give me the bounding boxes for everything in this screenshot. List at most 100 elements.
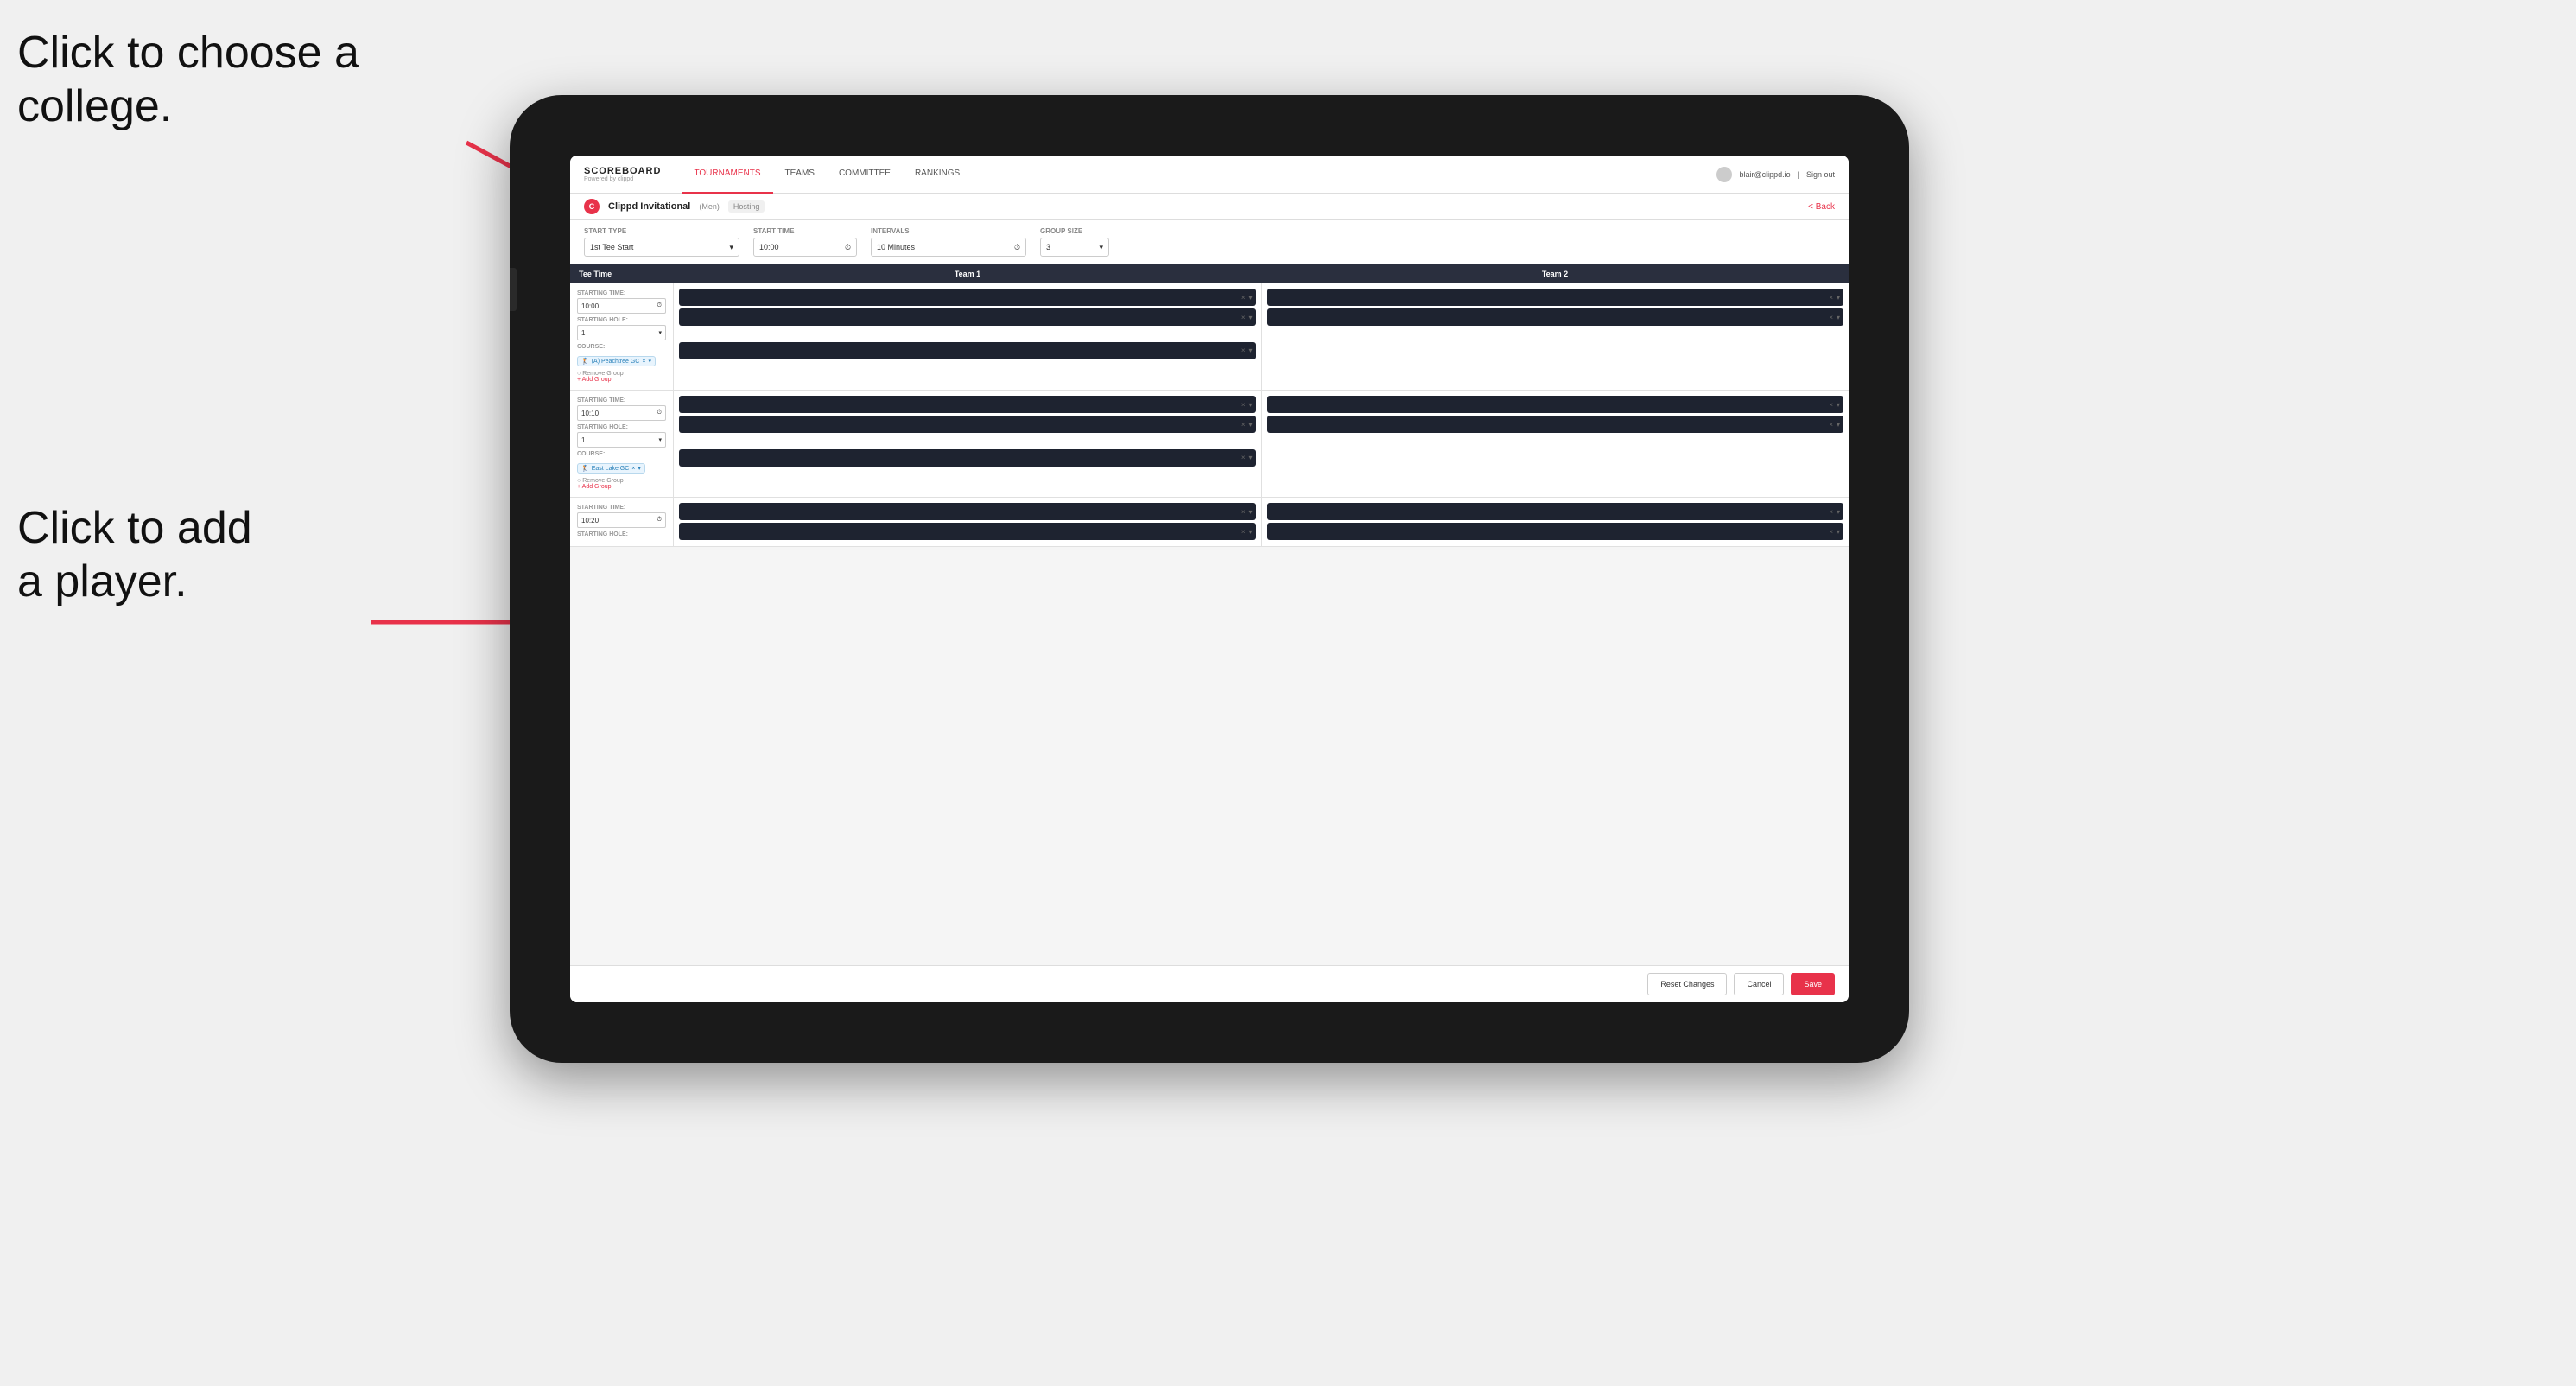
slot-x-5-2[interactable]: × <box>1241 528 1246 536</box>
cancel-button[interactable]: Cancel <box>1734 973 1784 995</box>
course-chevron-1[interactable]: ▾ <box>648 358 651 365</box>
remove-group-2[interactable]: ○ Remove Group <box>577 478 666 484</box>
slot-x-2-2[interactable]: × <box>1829 314 1833 321</box>
player-slot-1-1[interactable]: × ▾ <box>679 289 1256 306</box>
group-size-group: Group Size 3 ▾ <box>1040 227 1109 257</box>
sub-back-button[interactable]: < Back <box>1808 202 1835 212</box>
th-tee-time: Tee Time <box>570 264 674 283</box>
nav-item-rankings[interactable]: RANKINGS <box>903 156 972 194</box>
starting-hole-input-2[interactable]: 1 ▾ <box>577 432 666 448</box>
start-time-value: 10:00 <box>759 243 779 251</box>
player-slot-6-2[interactable]: × ▾ <box>1267 523 1844 540</box>
course-slot-arrow-2: ▾ <box>1248 454 1252 461</box>
slot-arrow-4-1: ▾ <box>1837 401 1840 409</box>
th-team2: Team 2 <box>1261 264 1849 283</box>
start-type-select[interactable]: 1st Tee Start ▾ <box>584 238 739 257</box>
group-right-1: × ▾ × ▾ × ▾ <box>674 283 1849 390</box>
slot-x-3-1[interactable]: × <box>1241 401 1246 409</box>
course-slot-2[interactable]: × ▾ <box>679 449 1256 467</box>
course-label-2: COURSE: <box>577 451 666 457</box>
teams-area-course-2: × ▾ <box>674 444 1849 498</box>
intervals-select[interactable]: 10 Minutes ⏱ <box>871 238 1026 257</box>
slot-x-6-1[interactable]: × <box>1829 508 1833 516</box>
course-tag-1[interactable]: 🏌 (A) Peachtree GC × ▾ <box>577 356 656 366</box>
team1-col-1: × ▾ × ▾ <box>674 283 1262 337</box>
start-type-label: Start Type <box>584 227 739 235</box>
group-right-2: × ▾ × ▾ × ▾ <box>674 391 1849 497</box>
group-row-3: STARTING TIME: 10:20 ⏱ STARTING HOLE: × <box>570 498 1849 547</box>
time-icon-2: ⏱ <box>657 410 662 416</box>
player-slot-3-1[interactable]: × ▾ <box>679 396 1256 413</box>
time-icon-3: ⏱ <box>657 517 662 524</box>
remove-group-1[interactable]: ○ Remove Group <box>577 371 666 377</box>
player-slot-2-2[interactable]: × ▾ <box>1267 308 1844 326</box>
player-slot-5-2[interactable]: × ▾ <box>679 523 1256 540</box>
player-slot-4-1[interactable]: × ▾ <box>1267 396 1844 413</box>
slot-x-1-2[interactable]: × <box>1241 314 1246 321</box>
start-time-select[interactable]: 10:00 ⏱ <box>753 238 857 257</box>
starting-time-input-1[interactable]: 10:00 ⏱ <box>577 298 666 314</box>
course-slot-x-2[interactable]: × <box>1241 454 1246 461</box>
remove-icon-2: ○ <box>577 478 581 484</box>
intervals-value: 10 Minutes <box>877 243 915 251</box>
teams-area-course-1: × ▾ <box>674 337 1849 391</box>
starting-hole-label-1: STARTING HOLE: <box>577 317 666 323</box>
slot-x-3-2[interactable]: × <box>1241 421 1246 429</box>
add-group-2[interactable]: + Add Group <box>577 484 666 490</box>
group-size-select[interactable]: 3 ▾ <box>1040 238 1109 257</box>
player-slot-5-1[interactable]: × ▾ <box>679 503 1256 520</box>
sub-logo: C <box>584 199 600 214</box>
tablet-screen: SCOREBOARD Powered by clippd TOURNAMENTS… <box>570 156 1849 1002</box>
slot-arrow-3-1: ▾ <box>1248 401 1252 409</box>
start-time-group: Start Time 10:00 ⏱ <box>753 227 857 257</box>
slot-arrow-5-1: ▾ <box>1248 508 1252 516</box>
group-row-1: STARTING TIME: 10:00 ⏱ STARTING HOLE: 1 … <box>570 283 1849 391</box>
intervals-group: Intervals 10 Minutes ⏱ <box>871 227 1026 257</box>
intervals-icon: ⏱ <box>1014 243 1020 252</box>
nav-item-tournaments[interactable]: TOURNAMENTS <box>682 156 772 194</box>
nav-item-teams[interactable]: TEAMS <box>773 156 827 194</box>
reset-button[interactable]: Reset Changes <box>1647 973 1727 995</box>
starting-time-input-2[interactable]: 10:10 ⏱ <box>577 405 666 421</box>
course-tag-2[interactable]: 🏌 East Lake GC × ▾ <box>577 463 645 474</box>
player-slot-3-2[interactable]: × ▾ <box>679 416 1256 433</box>
team1-col-2: × ▾ × ▾ <box>674 391 1262 444</box>
team2-col-3: × ▾ × ▾ <box>1262 498 1850 546</box>
course-chevron-2[interactable]: ▾ <box>638 465 641 472</box>
slot-arrow-4-2: ▾ <box>1837 421 1840 429</box>
starting-time-input-3[interactable]: 10:20 ⏱ <box>577 512 666 528</box>
nav-sign-out[interactable]: Sign out <box>1806 170 1835 179</box>
starting-hole-input-1[interactable]: 1 ▾ <box>577 325 666 340</box>
course-remove-1[interactable]: × <box>642 359 645 365</box>
slot-arrow-2-1: ▾ <box>1837 294 1840 302</box>
player-slot-4-2[interactable]: × ▾ <box>1267 416 1844 433</box>
starting-time-label-3: STARTING TIME: <box>577 505 666 511</box>
nav-bar: SCOREBOARD Powered by clippd TOURNAMENTS… <box>570 156 1849 194</box>
course-slot-1[interactable]: × ▾ <box>679 342 1256 359</box>
course-remove-2[interactable]: × <box>631 466 635 472</box>
slot-x-5-1[interactable]: × <box>1241 508 1246 516</box>
starting-hole-label-3: STARTING HOLE: <box>577 531 666 537</box>
add-group-1[interactable]: + Add Group <box>577 377 666 383</box>
player-slot-2-1[interactable]: × ▾ <box>1267 289 1844 306</box>
course-icon-1: 🏌 <box>581 358 589 365</box>
slot-x-2-1[interactable]: × <box>1829 294 1833 302</box>
slot-x-1-1[interactable]: × <box>1241 294 1246 302</box>
player-slot-6-1[interactable]: × ▾ <box>1267 503 1844 520</box>
hole-chevron-2: ▾ <box>658 436 662 443</box>
nav-logo: SCOREBOARD Powered by clippd <box>584 166 661 182</box>
nav-avatar <box>1716 167 1732 182</box>
slot-x-4-1[interactable]: × <box>1829 401 1833 409</box>
sub-header: C Clippd Invitational (Men) Hosting < Ba… <box>570 194 1849 220</box>
player-slot-1-2[interactable]: × ▾ <box>679 308 1256 326</box>
tablet-frame: SCOREBOARD Powered by clippd TOURNAMENTS… <box>510 95 1909 1063</box>
slot-x-4-2[interactable]: × <box>1829 421 1833 429</box>
course-icon-2: 🏌 <box>581 465 589 472</box>
course-slot-x-1[interactable]: × <box>1241 346 1246 354</box>
team1-course-col-2: × ▾ <box>674 444 1262 498</box>
group-size-chevron: ▾ <box>1099 243 1103 252</box>
nav-item-committee[interactable]: COMMITTEE <box>827 156 903 194</box>
slot-x-6-2[interactable]: × <box>1829 528 1833 536</box>
teams-area-1: × ▾ × ▾ × ▾ <box>674 283 1849 337</box>
save-button[interactable]: Save <box>1791 973 1835 995</box>
